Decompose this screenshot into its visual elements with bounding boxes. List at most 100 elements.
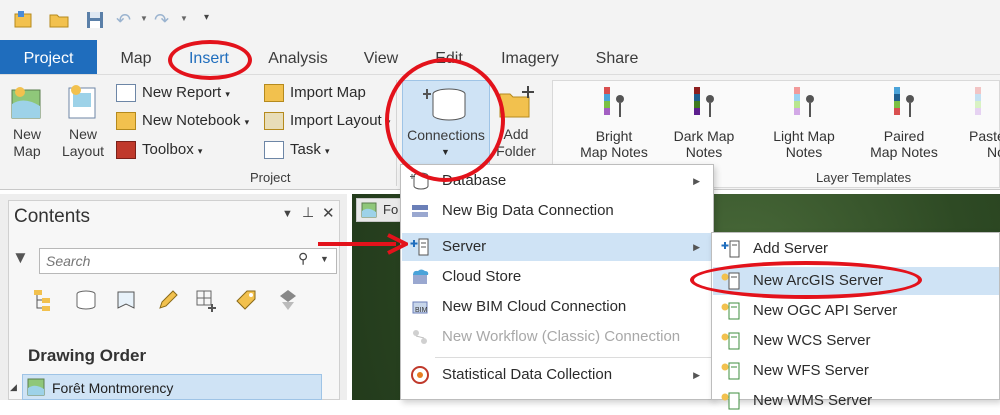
quick-access-toolbar: ↶ ▼ ↷ ▼ ▾ bbox=[0, 0, 1000, 40]
list-by-selection-icon[interactable] bbox=[114, 288, 138, 312]
template-dark-map-notes[interactable]: Dark Map Notes bbox=[657, 85, 751, 160]
tab-view[interactable]: View bbox=[352, 40, 410, 74]
statistical-data-icon bbox=[411, 366, 429, 384]
pane-options-icon[interactable]: ▼ bbox=[282, 208, 293, 220]
map-icon bbox=[11, 87, 41, 119]
list-by-drawing-order-icon[interactable] bbox=[32, 288, 56, 312]
layer-name: Forêt Montmorency bbox=[52, 380, 174, 396]
ribbon-tabs: Project Map Insert Analysis View Edit Im… bbox=[0, 40, 1000, 74]
map-notes-icon bbox=[694, 87, 714, 117]
new-layout-label-2: Layout bbox=[61, 143, 105, 159]
template-pastel-map-notes[interactable]: PasteNo bbox=[949, 85, 1000, 160]
close-icon[interactable]: ✕ bbox=[322, 204, 335, 222]
open-project-icon[interactable] bbox=[48, 10, 70, 30]
annotation-circle-connections bbox=[385, 58, 505, 182]
toolbox-icon bbox=[116, 141, 136, 160]
import-map-button[interactable]: Import Map bbox=[264, 81, 366, 105]
redo-icon[interactable]: ↷ bbox=[154, 10, 169, 31]
template-paired-map-notes[interactable]: Paired Map Notes bbox=[857, 85, 951, 160]
menu-item-server[interactable]: Server ▶ bbox=[402, 233, 712, 261]
map-notes-icon bbox=[794, 87, 814, 117]
collapse-icon[interactable]: ◢ bbox=[10, 382, 17, 393]
list-by-snapping-icon[interactable] bbox=[194, 288, 218, 312]
toolbox-button[interactable]: Toolbox ▾ bbox=[116, 138, 202, 162]
map-notes-icon bbox=[975, 87, 981, 115]
new-project-icon[interactable] bbox=[12, 10, 34, 30]
list-by-data-source-icon[interactable] bbox=[74, 288, 98, 312]
contents-title: Contents bbox=[14, 206, 91, 227]
workflow-icon bbox=[413, 330, 427, 344]
new-map-button[interactable]: New Map bbox=[4, 80, 50, 164]
import-map-icon bbox=[264, 84, 284, 103]
annotation-circle-new-arcgis-server bbox=[690, 261, 922, 299]
cloud-store-icon bbox=[413, 269, 429, 284]
tab-project[interactable]: Project bbox=[0, 40, 97, 74]
tab-share[interactable]: Share bbox=[586, 40, 648, 74]
search-icon[interactable]: ⚲ bbox=[298, 250, 308, 267]
new-layout-label-1: New bbox=[68, 126, 97, 142]
new-report-button[interactable]: New Report ▾ bbox=[116, 81, 230, 105]
annotation-arrow-server bbox=[318, 233, 408, 255]
contents-search-input[interactable] bbox=[39, 248, 337, 274]
drawing-order-heading: Drawing Order bbox=[28, 346, 147, 365]
map-notes-icon bbox=[894, 87, 914, 117]
save-icon[interactable] bbox=[84, 10, 106, 30]
project-group-label: Project bbox=[250, 170, 291, 185]
ogc-server-icon bbox=[721, 302, 740, 320]
undo-icon[interactable]: ↶ bbox=[116, 10, 131, 31]
pin-icon[interactable]: ⊥ bbox=[302, 204, 314, 221]
map-tab-label: Fo bbox=[383, 202, 399, 217]
add-server-icon bbox=[721, 240, 740, 258]
list-perspective-imagery-icon[interactable] bbox=[276, 288, 300, 312]
tab-imagery[interactable]: Imagery bbox=[490, 40, 570, 74]
map-tab-icon bbox=[361, 202, 377, 218]
map-layer-icon bbox=[27, 378, 45, 396]
wcs-server-icon bbox=[721, 332, 740, 350]
server-submenu: Add Server New ArcGIS Server New OGC API… bbox=[711, 232, 1000, 410]
submenu-item-new-wfs-server[interactable]: New WFS Server bbox=[713, 357, 999, 385]
undo-dropdown-icon[interactable]: ▼ bbox=[140, 14, 148, 23]
submenu-item-new-wms-server[interactable]: New WMS Server bbox=[713, 387, 999, 415]
new-map-label-1: New bbox=[12, 126, 41, 142]
template-light-map-notes[interactable]: Light Map Notes bbox=[757, 85, 851, 160]
list-by-labeling-icon[interactable] bbox=[234, 288, 258, 312]
svg-text:BIM: BIM bbox=[415, 307, 428, 314]
task-icon bbox=[264, 141, 284, 160]
menu-item-new-workflow-classic-connection: New Workflow (Classic) Connection bbox=[402, 323, 712, 351]
submenu-item-new-ogc-api-server[interactable]: New OGC API Server bbox=[713, 297, 999, 325]
list-by-editing-icon[interactable] bbox=[156, 288, 180, 312]
menu-item-new-bim-cloud-connection[interactable]: BIM New BIM Cloud Connection bbox=[402, 293, 712, 321]
menu-item-cloud-store[interactable]: Cloud Store bbox=[402, 263, 712, 291]
new-map-label-2: Map bbox=[13, 143, 41, 159]
tab-analysis[interactable]: Analysis bbox=[258, 40, 338, 74]
menu-item-statistical-data-collection[interactable]: Statistical Data Collection ▶ bbox=[402, 361, 712, 389]
annotation-circle-insert-tab bbox=[168, 40, 252, 80]
bim-cloud-icon: BIM bbox=[412, 301, 428, 314]
redo-dropdown-icon[interactable]: ▼ bbox=[180, 14, 188, 23]
notebook-icon bbox=[116, 112, 136, 131]
layer-templates-group-label: Layer Templates bbox=[816, 170, 912, 185]
template-bright-map-notes[interactable]: Bright Map Notes bbox=[567, 85, 661, 160]
submenu-item-new-wcs-server[interactable]: New WCS Server bbox=[713, 327, 999, 355]
add-folder-label-2: Folder bbox=[496, 143, 536, 159]
report-icon bbox=[116, 84, 136, 103]
server-icon bbox=[410, 238, 429, 256]
new-notebook-button[interactable]: New Notebook ▾ bbox=[116, 109, 249, 133]
task-button[interactable]: Task ▾ bbox=[264, 138, 330, 162]
menu-separator bbox=[435, 357, 711, 358]
map-notes-icon bbox=[604, 87, 624, 117]
layout-icon bbox=[68, 85, 96, 119]
new-layout-button[interactable]: New Layout bbox=[56, 80, 110, 164]
map-view-tab[interactable]: Fo bbox=[356, 198, 402, 222]
menu-item-new-big-data-connection[interactable]: New Big Data Connection bbox=[402, 197, 712, 225]
import-layout-button[interactable]: Import Layout ▾ bbox=[264, 109, 390, 133]
contents-pane: Contents ▼ ⊥ ✕ ▼ ⚲ ▼ Drawing Order ◢ For… bbox=[0, 194, 347, 400]
tab-map[interactable]: Map bbox=[108, 40, 164, 74]
submenu-item-add-server[interactable]: Add Server bbox=[713, 235, 999, 263]
wms-server-icon bbox=[721, 392, 740, 410]
big-data-icon bbox=[412, 205, 428, 217]
wfs-server-icon bbox=[721, 362, 740, 380]
filter-icon[interactable]: ▼ bbox=[12, 248, 29, 268]
customize-toolbar-icon[interactable]: ▾ bbox=[204, 12, 209, 23]
connections-menu: Database ▶ New Big Data Connection Server… bbox=[400, 164, 714, 400]
